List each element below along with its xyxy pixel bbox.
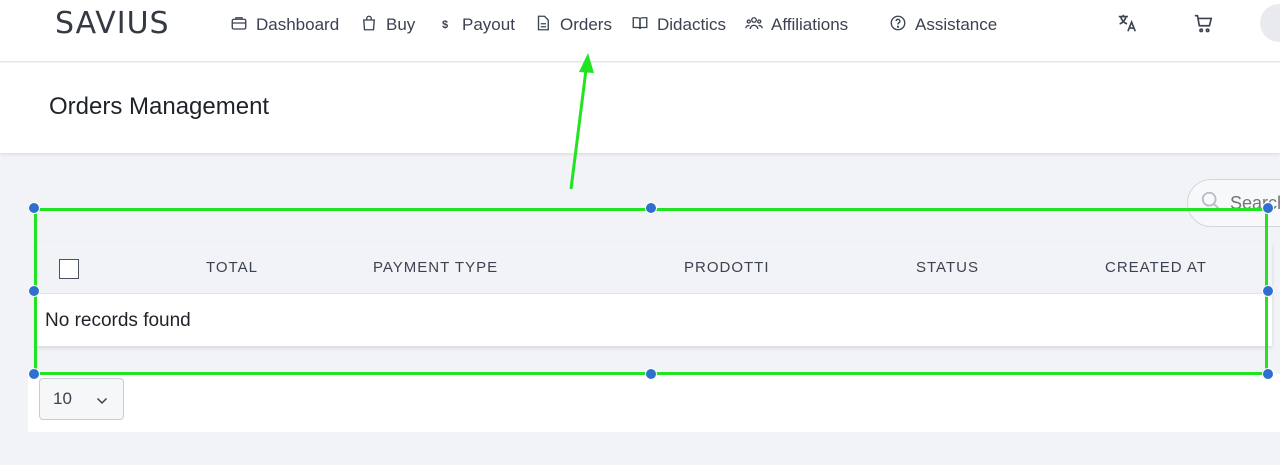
annotation-handle <box>645 202 657 214</box>
search-input[interactable] <box>1230 192 1280 214</box>
page-title: Orders Management <box>49 93 270 120</box>
nav-item-assistance[interactable]: Assistance <box>889 13 997 37</box>
nav-label: Payout <box>462 15 515 34</box>
briefcase-icon <box>230 14 248 37</box>
help-circle-icon <box>889 14 907 37</box>
nav-label: Assistance <box>915 15 998 34</box>
shopping-bag-icon <box>360 14 378 37</box>
users-icon <box>745 14 763 37</box>
nav-item-affiliations[interactable]: Affiliations <box>745 13 848 37</box>
cart-icon[interactable] <box>1192 12 1214 34</box>
annotation-handle <box>28 202 40 214</box>
brand-logo[interactable]: SAVIUS <box>55 6 170 41</box>
nav-label: Dashboard <box>256 15 340 34</box>
column-header-payment-type[interactable]: PAYMENT TYPE <box>373 259 498 276</box>
document-icon <box>534 14 552 37</box>
nav-item-dashboard[interactable]: Dashboard <box>230 13 339 37</box>
page-size-value: 10 <box>53 389 72 408</box>
nav-item-didactics[interactable]: Didactics <box>631 13 726 37</box>
search-field[interactable] <box>1187 179 1280 227</box>
page-size-select[interactable]: 10 <box>39 378 124 420</box>
table-footer <box>28 374 1280 432</box>
column-header-created-at[interactable]: CREATED AT <box>1105 259 1207 276</box>
nav-label: Buy <box>386 15 416 34</box>
column-header-total[interactable]: TOTAL <box>206 259 258 276</box>
nav-label: Didactics <box>657 15 726 34</box>
chevron-down-icon <box>93 391 111 409</box>
translate-icon[interactable] <box>1116 12 1138 34</box>
column-header-prodotti[interactable]: PRODOTTI <box>684 259 770 276</box>
table-header-row: TOTAL PAYMENT TYPE PRODOTTI STATUS CREAT… <box>36 242 1272 294</box>
empty-state-row: No records found <box>36 294 1272 346</box>
dollar-icon: $ <box>441 19 449 31</box>
empty-state-message: No records found <box>45 310 191 331</box>
nav-item-buy[interactable]: Buy <box>360 13 415 37</box>
column-header-status[interactable]: STATUS <box>916 259 979 276</box>
orders-table: TOTAL PAYMENT TYPE PRODOTTI STATUS CREAT… <box>36 242 1272 346</box>
nav-item-payout[interactable]: $ Payout <box>436 13 515 37</box>
nav-label: Orders <box>560 15 612 34</box>
nav-label: Affiliations <box>771 15 849 34</box>
select-all-checkbox[interactable] <box>59 259 79 279</box>
avatar[interactable] <box>1260 4 1280 42</box>
search-icon <box>1200 190 1222 217</box>
book-icon <box>631 14 649 37</box>
top-navbar: SAVIUS Dashboard Buy $ Payout Orders Did… <box>0 0 1280 62</box>
nav-item-orders[interactable]: Orders <box>534 13 612 37</box>
page-header: Orders Management <box>0 63 1280 153</box>
